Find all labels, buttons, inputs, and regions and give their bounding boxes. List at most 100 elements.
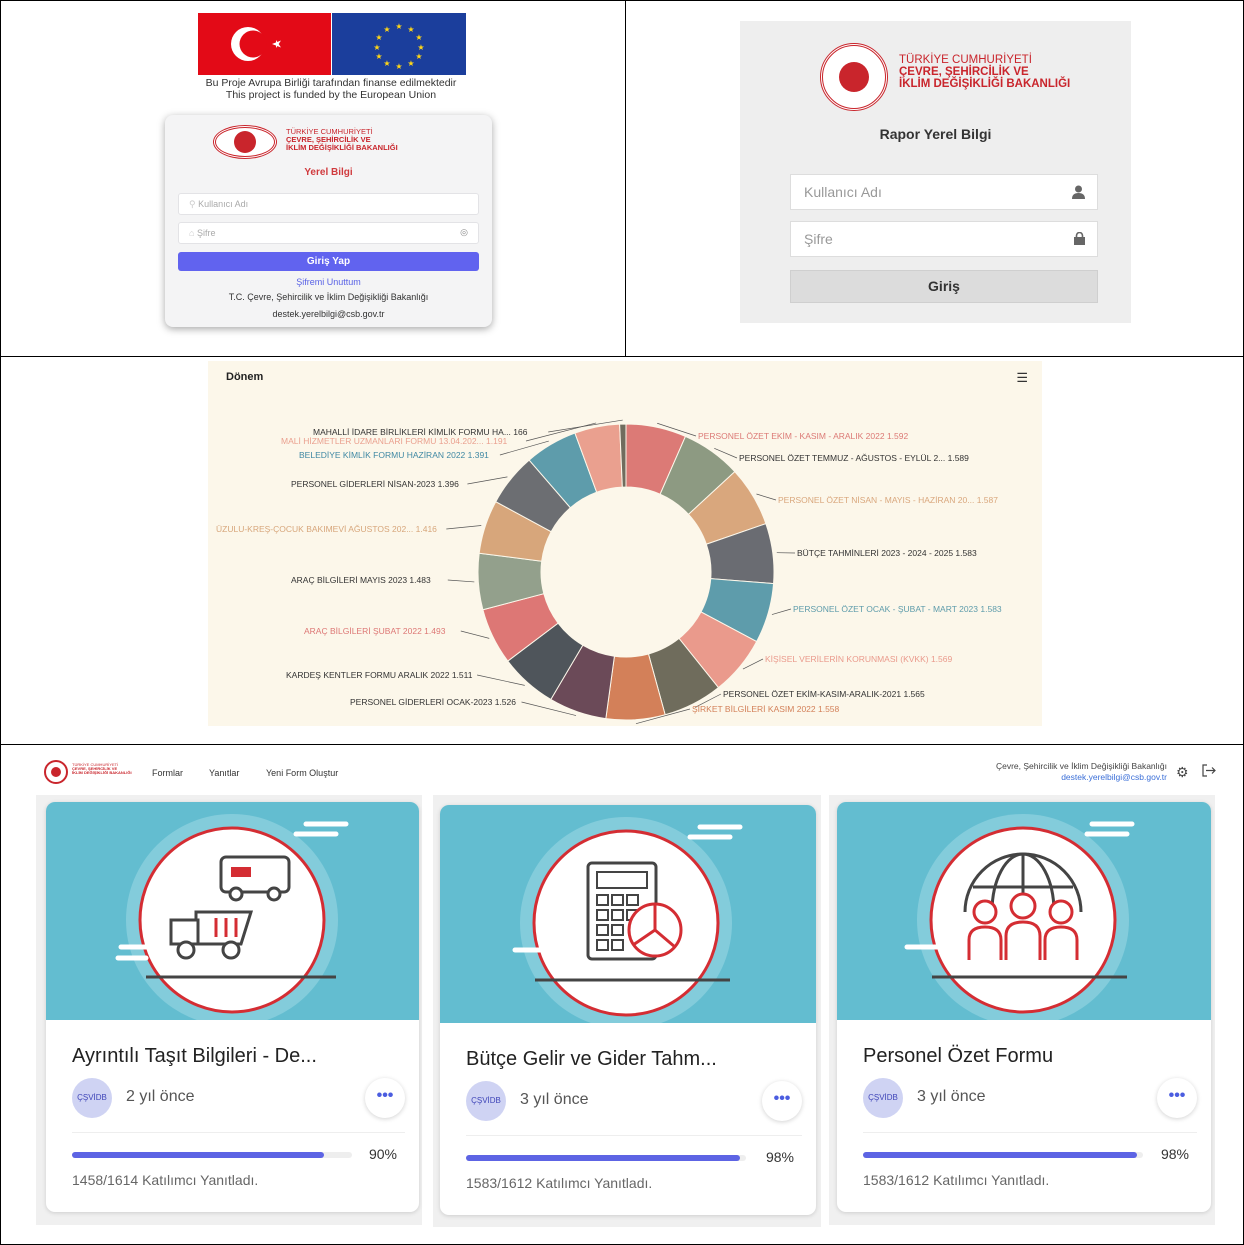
ministry-seal-icon: [213, 125, 277, 159]
more-options-button[interactable]: •••: [762, 1081, 802, 1121]
more-options-button[interactable]: •••: [1157, 1078, 1197, 1118]
chart-card: Dönem ☰ PERSONEL ÖZET EKİM - KASIM - ARA…: [208, 361, 1042, 726]
ministry-seal-icon: [820, 43, 888, 111]
form-card[interactable]: Ayrıntılı Taşıt Bilgileri - De... ÇŞVİDB…: [46, 802, 419, 1212]
forgot-password-link[interactable]: Şifremi Unuttum: [165, 277, 492, 287]
label-leader-line: [446, 525, 482, 530]
slice-label-value: 1.583: [953, 548, 977, 558]
card-hero: [440, 805, 816, 1029]
slice-label-value: 1.483: [407, 575, 431, 585]
user-icon: [1072, 185, 1085, 202]
ministry-line-2: ÇEVRE, ŞEHİRCİLİK VE: [899, 66, 1029, 79]
lock-icon: ⌂: [189, 228, 197, 238]
progress-bar: [466, 1155, 746, 1161]
slice-label: PERSONEL GİDERLERİ NİSAN-2023 1.396: [291, 479, 459, 489]
password-field[interactable]: ⌂ Şifre ◎: [178, 222, 479, 244]
slice-label-value: 1.592: [884, 431, 909, 441]
more-options-button[interactable]: •••: [365, 1078, 405, 1118]
nav-responses[interactable]: Yanıtlar: [209, 768, 239, 778]
app-title: Yerel Bilgi: [304, 167, 353, 178]
slice-label-value: 1.493: [421, 626, 446, 636]
form-card[interactable]: Bütçe Gelir ve Gider Tahm... ÇŞVİDB 3 yı…: [440, 805, 816, 1215]
username-placeholder: Kullanıcı Adı: [804, 184, 882, 200]
lock-icon: [1074, 231, 1085, 248]
slice-label-value: 166: [510, 427, 528, 437]
username-field[interactable]: ⚲ Kullanıcı Adı: [178, 193, 479, 215]
label-leader-line: [742, 658, 764, 670]
progress-fill: [72, 1152, 324, 1158]
response-count: 1583/1612 Katılımcı Yanıtladı.: [863, 1172, 1050, 1188]
calculator-icon: [512, 817, 743, 1029]
eu-funding-note-tr: Bu Proje Avrupa Birliği tarafından finan…: [205, 77, 457, 89]
slice-label-value: 1.396: [435, 479, 459, 489]
slice-label-name: PERSONEL GİDERLERİ OCAK-2023: [350, 697, 493, 707]
slice-label-value: 1.565: [901, 689, 925, 699]
footer-org: T.C. Çevre, Şehircilik ve İklim Değişikl…: [228, 292, 429, 302]
card-title[interactable]: Ayrıntılı Taşıt Bilgileri - De...: [72, 1045, 317, 1068]
dashboard-panel: TÜRKİYE CUMHURİYETİ ÇEVRE, ŞEHİRCİLİK VE…: [0, 744, 1244, 1245]
slice-label: PERSONEL ÖZET EKİM-KASIM-ARALIK-2021 1.5…: [723, 689, 925, 699]
slice-label: KİŞİSEL VERİLERİN KORUNMASI (KVKK) 1.569: [765, 654, 952, 664]
slice-label: PERSONEL ÖZET EKİM - KASIM - ARALIK 2022…: [698, 431, 908, 441]
slice-label-name: PERSONEL ÖZET NİSAN - MAYIS - HAZİRAN 20…: [778, 495, 975, 505]
ministry-name: TÜRKİYE CUMHURİYETİ ÇEVRE, ŞEHİRCİLİK VE…: [899, 54, 1070, 90]
slice-label-name: ÜZULU-KREŞ-ÇOCUK BAKIMEVİ AĞUSTOS 202...: [216, 524, 414, 534]
login-button[interactable]: Giriş: [790, 270, 1098, 303]
label-leader-line: [447, 579, 475, 583]
svg-text:★: ★: [375, 33, 382, 42]
slice-label-value: 1.569: [928, 654, 953, 664]
slice-label: MALİ HİZMETLER UZMANLARI FORMU 13.04.202…: [281, 436, 507, 446]
card-divider: [466, 1135, 802, 1136]
user-icon: ⚲: [189, 199, 199, 209]
eye-off-icon[interactable]: ◎: [460, 227, 468, 238]
slice-label: KARDEŞ KENTLER FORMU ARALIK 2022 1.511: [286, 670, 472, 680]
slice-label-value: 1.587: [974, 495, 998, 505]
slice-label: BÜTÇE TAHMİNLERİ 2023 - 2024 - 2025 1.58…: [797, 548, 977, 558]
username-field[interactable]: Kullanıcı Adı: [790, 174, 1098, 210]
slice-label-value: 1.191: [483, 436, 508, 446]
card-title[interactable]: Bütçe Gelir ve Gider Tahm...: [466, 1048, 717, 1071]
label-leader-line: [467, 476, 508, 485]
slice-label-value: 1.391: [465, 450, 489, 460]
user-info: Çevre, Şehircilik ve İklim Değişikliği B…: [996, 761, 1167, 784]
slice-label-name: PERSONEL ÖZET TEMMUZ - AĞUSTOS - EYLÜL 2…: [739, 453, 946, 463]
progress-bar: [72, 1152, 352, 1158]
top-bar: TÜRKİYE CUMHURİYETİ ÇEVRE, ŞEHİRCİLİK VE…: [1, 745, 1243, 799]
slice-label: MAHALLİ İDARE BİRLİKLERİ KİMLİK FORMU HA…: [313, 427, 527, 437]
slice-label-name: ŞİRKET BİLGİLERİ KASIM 2022: [692, 704, 816, 714]
ministry-line-1: TÜRKİYE CUMHURİYETİ: [899, 54, 1032, 66]
app-title: Rapor Yerel Bilgi: [879, 126, 992, 142]
login-button[interactable]: Giriş Yap: [178, 252, 479, 271]
slice-label-name: PERSONEL ÖZET EKİM - KASIM - ARALIK 2022: [698, 431, 885, 441]
password-placeholder: Şifre: [196, 228, 216, 238]
slice-label-name: BÜTÇE TAHMİNLERİ 2023 - 2024 - 2025: [797, 548, 954, 558]
card-time: 3 yıl önce: [520, 1091, 589, 1108]
response-count: 1583/1612 Katılımcı Yanıtladı.: [466, 1175, 653, 1191]
slice-label-name: ARAÇ BİLGİLERİ MAYIS 2023: [291, 575, 408, 585]
svg-text:★: ★: [415, 52, 422, 61]
slice-label-name: PERSONEL GİDERLERİ NİSAN-2023: [291, 479, 436, 489]
progress-bar: [863, 1152, 1143, 1158]
response-count: 1458/1614 Katılımcı Yanıtladı.: [72, 1172, 259, 1188]
slice-label-value: 1.511: [449, 670, 473, 680]
logout-icon[interactable]: [1202, 764, 1216, 780]
nav-forms[interactable]: Formlar: [152, 768, 183, 778]
svg-text:★: ★: [395, 62, 402, 71]
people-globe-icon: [904, 814, 1135, 1026]
footer-email: destek.yerelbilgi@csb.gov.tr: [272, 309, 385, 319]
svg-text:★: ★: [373, 43, 380, 52]
form-card[interactable]: Personel Özet Formu ÇŞVİDB 3 yıl önce ••…: [837, 802, 1211, 1212]
slice-label-name: KİŞİSEL VERİLERİN KORUNMASI (KVKK): [765, 654, 929, 664]
card-title[interactable]: Personel Özet Formu: [863, 1045, 1053, 1068]
org-name: Çevre, Şehircilik ve İklim Değişikliği B…: [995, 761, 1167, 771]
svg-text:★: ★: [407, 25, 414, 34]
ministry-logo-icon[interactable]: [44, 760, 68, 784]
ministry-line-3: İKLİM DEĞİŞİKLİĞİ BAKANLIĞI: [286, 142, 398, 152]
nav-new-form[interactable]: Yeni Form Oluştur: [266, 768, 338, 778]
label-leader-line: [477, 674, 525, 686]
progress-fill: [863, 1152, 1138, 1158]
password-field[interactable]: Şifre: [790, 221, 1098, 257]
slice-label: PERSONEL GİDERLERİ OCAK-2023 1.526: [350, 697, 516, 707]
gear-icon[interactable]: ⚙: [1176, 764, 1189, 781]
owner-avatar: ÇŞVİDB: [72, 1078, 112, 1118]
